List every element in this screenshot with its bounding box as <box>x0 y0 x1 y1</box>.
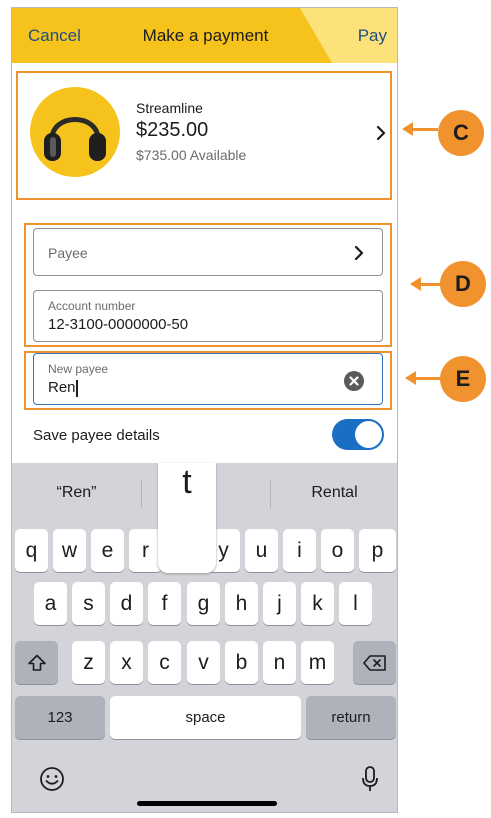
save-payee-label: Save payee details <box>33 427 160 444</box>
callout-arrow <box>402 122 438 136</box>
suggestion-1[interactable]: “Ren” <box>12 484 141 502</box>
key-h[interactable]: h <box>225 582 258 625</box>
account-available: $735.00 Available <box>136 147 247 163</box>
pay-button[interactable]: Pay <box>358 26 387 46</box>
key-a[interactable]: a <box>34 582 67 625</box>
key-f[interactable]: f <box>148 582 181 625</box>
chevron-right-icon <box>354 245 364 261</box>
key-d[interactable]: d <box>110 582 143 625</box>
nav-bar: Cancel Make a payment Pay <box>12 8 397 63</box>
payee-selector[interactable]: Payee <box>33 228 383 276</box>
key-g[interactable]: g <box>187 582 220 625</box>
callout-arrow <box>405 371 440 385</box>
key-j[interactable]: j <box>263 582 296 625</box>
key-x[interactable]: x <box>110 641 143 684</box>
account-name: Streamline <box>136 100 203 116</box>
key-p[interactable]: p <box>359 529 396 572</box>
payee-label: Payee <box>48 245 88 261</box>
account-number-label: Account number <box>48 299 136 313</box>
key-b[interactable]: b <box>225 641 258 684</box>
key-w[interactable]: w <box>53 529 86 572</box>
key-o[interactable]: o <box>321 529 354 572</box>
chevron-right-icon <box>376 125 386 141</box>
suggestion-2[interactable]: t <box>141 484 270 502</box>
key-s[interactable]: s <box>72 582 105 625</box>
callout-badge-d: D <box>440 261 486 307</box>
key-r[interactable]: r <box>129 529 162 572</box>
key-n[interactable]: n <box>263 641 296 684</box>
suggestion-3[interactable]: Rental <box>270 484 397 502</box>
account-number-field[interactable]: Account number 12-3100-0000000-50 <box>33 290 383 342</box>
key-u[interactable]: u <box>245 529 278 572</box>
clear-icon[interactable] <box>344 371 364 391</box>
key-m[interactable]: m <box>301 641 334 684</box>
shift-icon <box>27 654 46 671</box>
account-selector[interactable]: Streamline $235.00 $735.00 Available <box>16 71 392 200</box>
key-t[interactable] <box>168 529 205 572</box>
callout-badge-c: C <box>438 110 484 156</box>
account-number-value: 12-3100-0000000-50 <box>48 316 189 333</box>
text-caret <box>76 380 78 397</box>
backspace-icon <box>362 654 386 671</box>
toggle-knob <box>355 421 382 448</box>
phone-screen: Cancel Make a payment Pay Streamline $23… <box>11 7 398 813</box>
save-payee-toggle[interactable] <box>332 419 384 450</box>
new-payee-input[interactable]: New payee Ren <box>33 353 383 405</box>
key-k[interactable]: k <box>301 582 334 625</box>
microphone-icon[interactable] <box>361 765 379 793</box>
space-key[interactable]: space <box>110 696 301 739</box>
return-key[interactable]: return <box>306 696 396 739</box>
new-payee-label: New payee <box>48 362 109 376</box>
key-c[interactable]: c <box>148 641 181 684</box>
account-balance: $235.00 <box>136 119 209 141</box>
key-q[interactable]: q <box>15 529 48 572</box>
cancel-button[interactable]: Cancel <box>28 26 81 46</box>
callout-arrow <box>410 277 440 291</box>
keyboard: “Ren” t Rental q w e r y u i o p a s d f… <box>12 463 397 812</box>
home-indicator <box>137 801 277 806</box>
key-l[interactable]: l <box>339 582 372 625</box>
emoji-icon[interactable] <box>39 766 65 792</box>
numbers-key[interactable]: 123 <box>15 696 105 739</box>
new-payee-value: Ren <box>48 379 76 396</box>
key-i[interactable]: i <box>283 529 316 572</box>
shift-key[interactable] <box>15 641 58 684</box>
headphones-icon <box>30 87 120 177</box>
key-z[interactable]: z <box>72 641 105 684</box>
key-e[interactable]: e <box>91 529 124 572</box>
key-v[interactable]: v <box>187 641 220 684</box>
callout-badge-e: E <box>440 356 486 402</box>
key-y[interactable]: y <box>207 529 240 572</box>
backspace-key[interactable] <box>353 641 396 684</box>
